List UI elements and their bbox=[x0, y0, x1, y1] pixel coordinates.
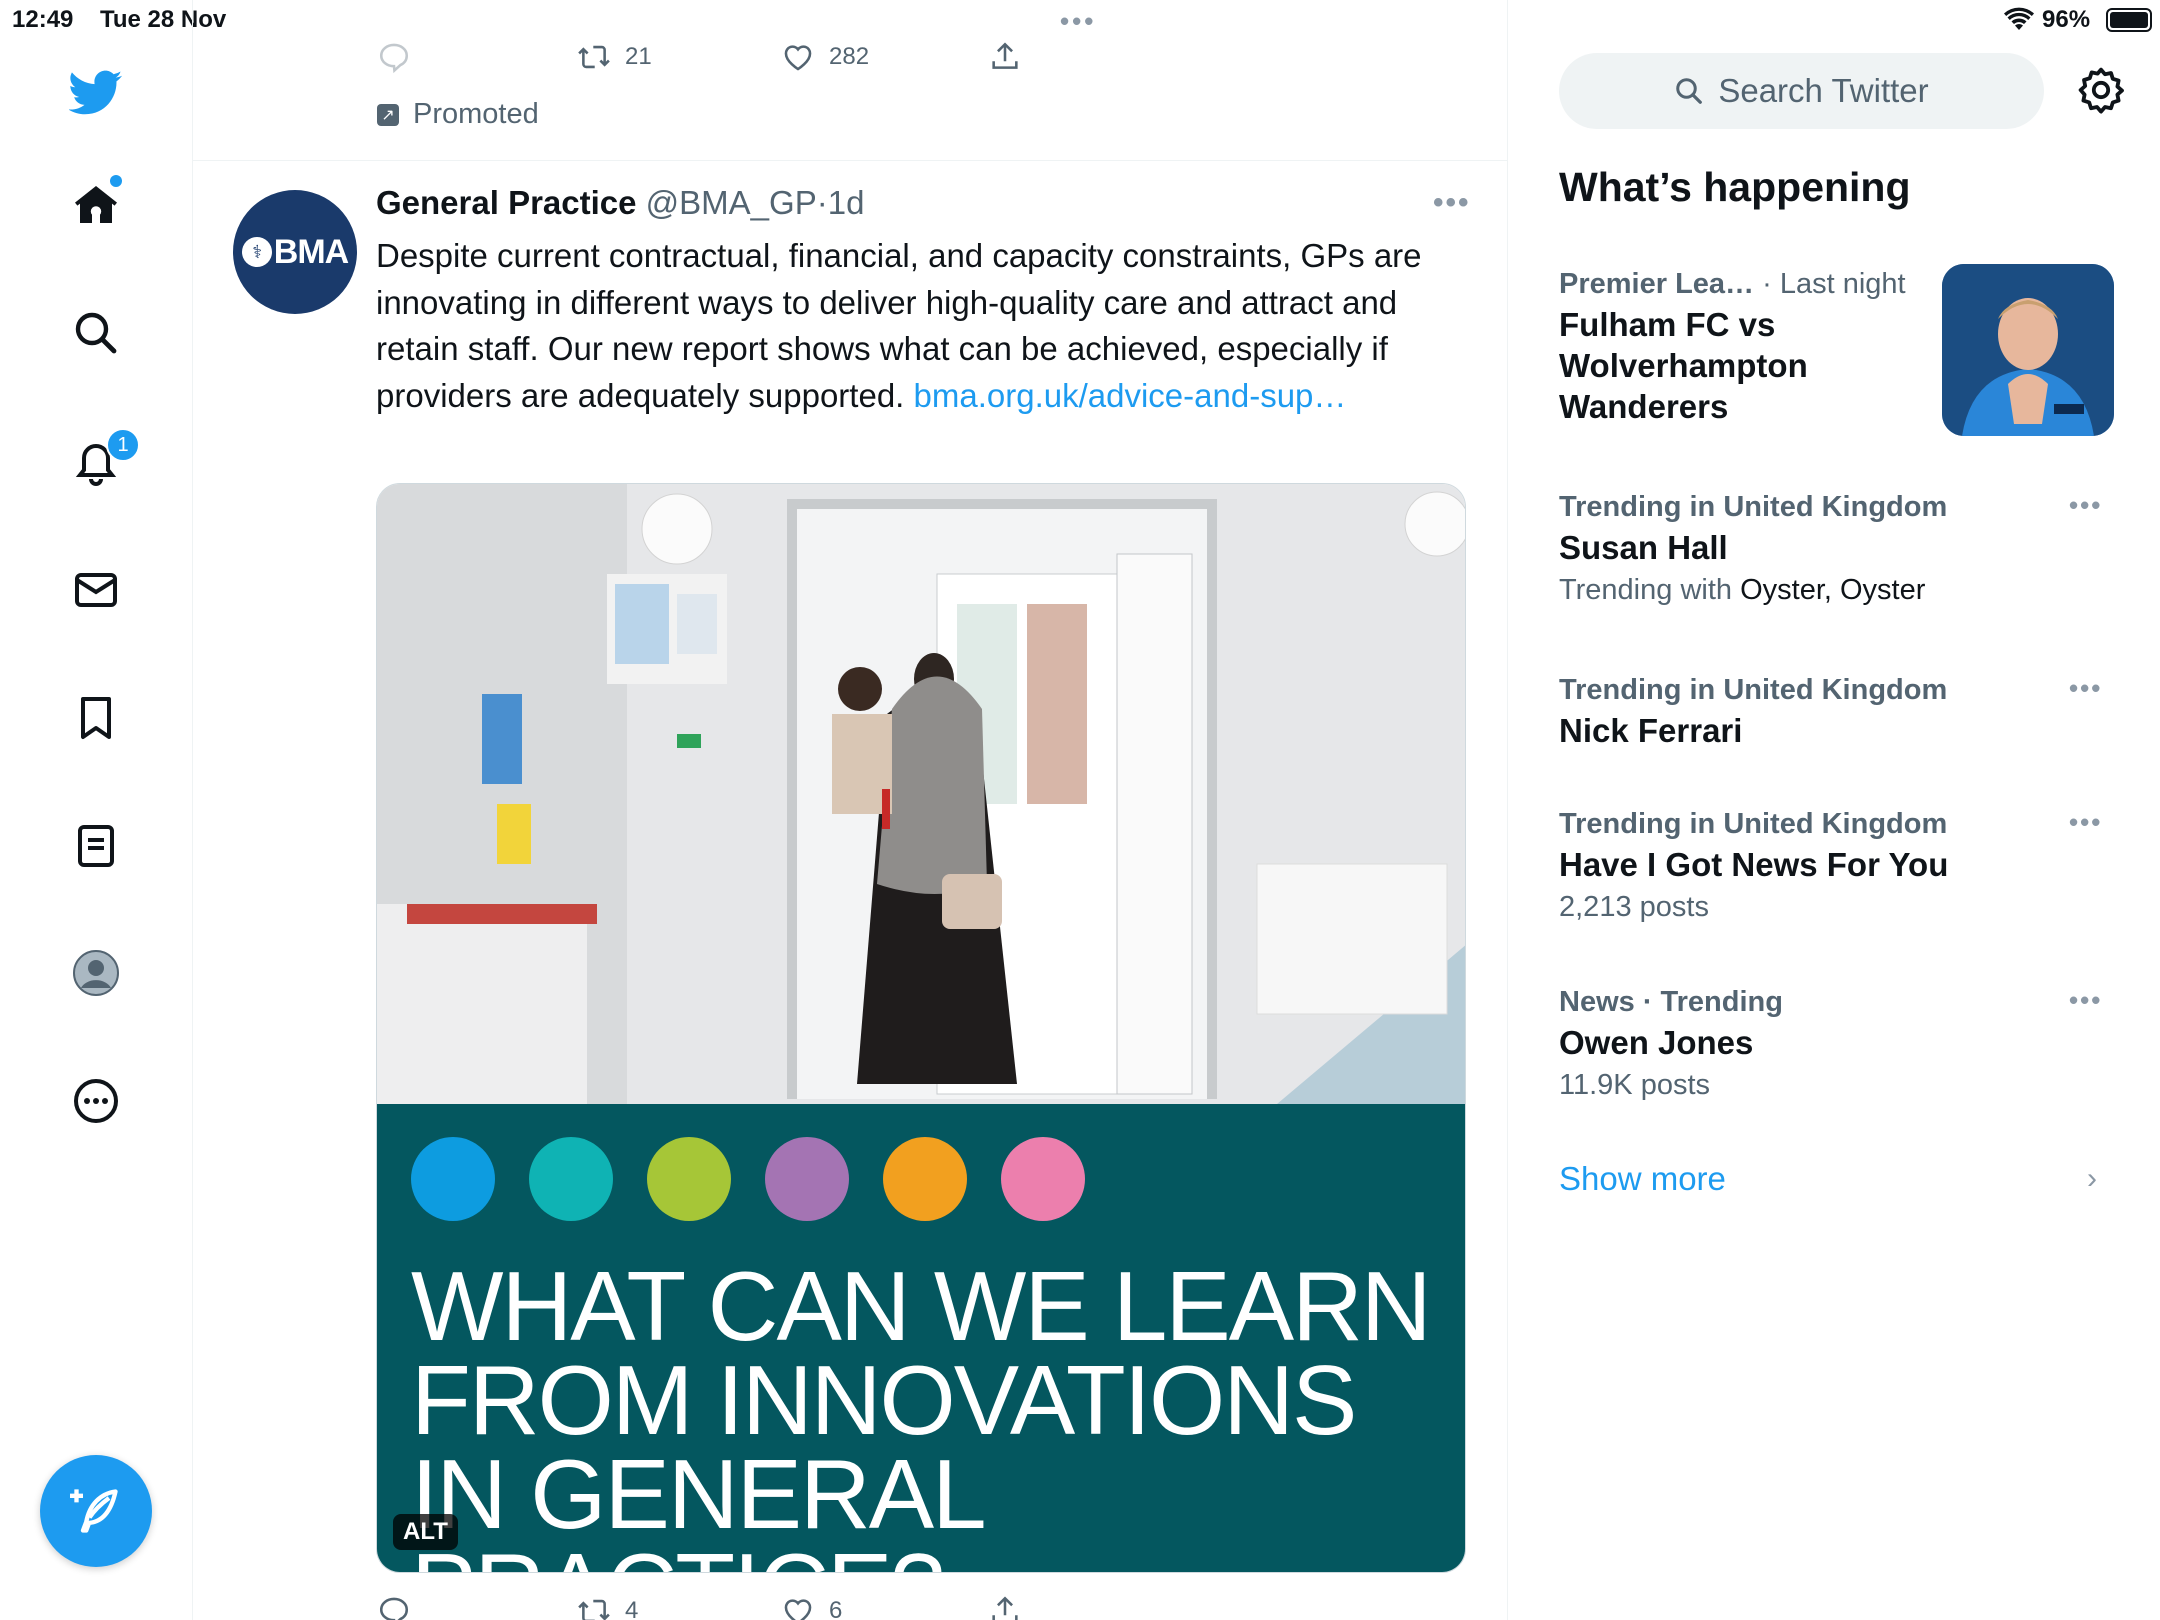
heart-icon bbox=[784, 45, 812, 71]
search-box[interactable]: Search Twitter bbox=[1559, 53, 2044, 129]
tweet-link[interactable]: bma.org.uk/advice-and-sup… bbox=[914, 377, 1347, 414]
report-circle-teal bbox=[529, 1137, 613, 1221]
more-options-icon[interactable] bbox=[66, 1071, 126, 1131]
lists-icon[interactable] bbox=[66, 816, 126, 876]
alt-text-badge[interactable]: ALT bbox=[393, 1514, 458, 1550]
trend-item[interactable]: Trending in United Kingdom Nick Ferrari bbox=[1559, 670, 2119, 751]
trend-category: Trending in United Kingdom bbox=[1559, 491, 1948, 523]
right-sidebar: Search Twitter What’s happening Premier … bbox=[1509, 0, 2160, 1620]
header-separator: · bbox=[816, 184, 828, 221]
tweet-body: Despite current contractual, financial, … bbox=[376, 233, 1476, 419]
report-title: WHAT CAN WE LEARN FROM INNOVATIONS IN GE… bbox=[411, 1251, 1432, 1572]
bookmarks-icon[interactable] bbox=[66, 688, 126, 748]
home-icon[interactable] bbox=[66, 175, 126, 235]
promoted-arrow-icon: ↗ bbox=[377, 103, 399, 126]
retweet-count: 4 bbox=[625, 1597, 639, 1620]
author-name[interactable]: General Practice bbox=[376, 184, 637, 221]
share-button[interactable] bbox=[988, 1594, 1022, 1620]
trend-with-terms: Oyster, Oyster bbox=[1740, 574, 1926, 606]
trend-title: Susan Hall bbox=[1559, 529, 1728, 566]
retweet-icon bbox=[578, 1599, 610, 1620]
bma-avatar[interactable]: ⚕ BMA bbox=[233, 190, 357, 314]
chevron-right-icon: › bbox=[2087, 1162, 2097, 1195]
whats-happening-heading: What’s happening bbox=[1559, 164, 1911, 210]
author-handle[interactable]: @BMA_GP bbox=[646, 184, 817, 221]
profile-avatar-icon[interactable] bbox=[66, 943, 126, 1003]
retweet-count: 21 bbox=[625, 43, 652, 70]
trend-title: Have I Got News For You bbox=[1559, 846, 1949, 883]
trend-post-count: 2,213 posts bbox=[1559, 891, 1709, 923]
report-circle-purple bbox=[765, 1137, 849, 1221]
promoted-label: ↗ Promoted bbox=[377, 98, 539, 131]
trend-category: News · Trending bbox=[1559, 986, 1783, 1018]
search-placeholder: Search Twitter bbox=[1718, 72, 1929, 109]
trend-post-count: 11.9K posts bbox=[1559, 1069, 1711, 1101]
settings-gear-icon[interactable] bbox=[2077, 66, 2127, 116]
trend-item[interactable]: Trending in United Kingdom Susan Hall Tr… bbox=[1559, 487, 2119, 612]
report-circle-blue bbox=[411, 1137, 495, 1221]
trend-category: Trending in United Kingdom bbox=[1559, 808, 1948, 840]
twitter-logo-icon[interactable] bbox=[66, 62, 126, 122]
retweet-icon bbox=[578, 45, 610, 69]
tweet-divider bbox=[193, 160, 1507, 161]
left-navigation: 1 bbox=[0, 0, 193, 1620]
trend-title: Owen Jones bbox=[1559, 1024, 1754, 1061]
share-icon bbox=[992, 1596, 1018, 1620]
report-circle-green bbox=[647, 1137, 731, 1221]
like-count: 6 bbox=[829, 1597, 843, 1620]
clinic-photo-illustration bbox=[377, 484, 1465, 1104]
share-button[interactable] bbox=[988, 40, 1022, 74]
tweet-media[interactable]: WHAT CAN WE LEARN FROM INNOVATIONS IN GE… bbox=[376, 483, 1466, 1573]
timeline: 21 282 ↗ Promoted ⚕ BMA General Practice … bbox=[193, 0, 1508, 1620]
promoted-text: Promoted bbox=[413, 98, 539, 130]
trend-with-prefix: Trending with bbox=[1559, 574, 1741, 606]
tweet-more-icon[interactable]: ••• bbox=[1433, 186, 1471, 220]
trend-item[interactable]: Trending in United Kingdom Have I Got Ne… bbox=[1559, 804, 2119, 929]
heart-icon bbox=[784, 1599, 812, 1620]
reply-button[interactable] bbox=[377, 40, 411, 74]
reply-button[interactable] bbox=[377, 1594, 411, 1620]
trend-title: Fulham FC vs Wolverhampton Wanderers bbox=[1559, 306, 1808, 425]
trend-category: Trending in United Kingdom bbox=[1559, 674, 1948, 706]
share-icon bbox=[992, 42, 1018, 69]
trend-time: · Last night bbox=[1754, 268, 1906, 300]
report-circle-orange bbox=[883, 1137, 967, 1221]
previous-tweet-actions: 21 282 bbox=[193, 40, 1507, 80]
home-unread-dot bbox=[110, 175, 122, 187]
tweet-header: General Practice @BMA_GP·1d bbox=[376, 184, 864, 222]
show-more-link[interactable]: Show more bbox=[1559, 1160, 1726, 1198]
trend-title: Nick Ferrari bbox=[1559, 712, 1743, 749]
trend-item[interactable]: News · Trending Owen Jones 11.9K posts bbox=[1559, 982, 2119, 1107]
trend-more-icon[interactable]: ••• bbox=[2069, 490, 2102, 521]
search-icon bbox=[1676, 78, 1703, 104]
like-count: 282 bbox=[829, 43, 870, 70]
messages-envelope-icon[interactable] bbox=[66, 560, 126, 620]
trend-more-icon[interactable]: ••• bbox=[2069, 985, 2102, 1016]
trend-category: Premier Lea… bbox=[1559, 268, 1755, 300]
compose-tweet-button[interactable] bbox=[40, 1455, 152, 1567]
like-button[interactable]: 282 bbox=[781, 40, 869, 74]
explore-search-icon[interactable] bbox=[66, 303, 126, 363]
media-photo bbox=[377, 484, 1465, 1104]
tweet-actions: 4 6 bbox=[193, 1594, 1507, 1620]
like-button[interactable]: 6 bbox=[781, 1594, 842, 1620]
avatar-text: BMA bbox=[273, 232, 349, 271]
trend-item[interactable]: Premier Lea… · Last night Fulham FC vs W… bbox=[1559, 264, 1959, 427]
report-cover: WHAT CAN WE LEARN FROM INNOVATIONS IN GE… bbox=[377, 1104, 1465, 1572]
notifications-bell-icon[interactable]: 1 bbox=[66, 428, 140, 492]
trend-more-icon[interactable]: ••• bbox=[2069, 673, 2102, 704]
footballer-photo bbox=[1942, 264, 2114, 436]
compose-feather-icon bbox=[70, 1489, 118, 1533]
bma-logo-icon: ⚕ bbox=[241, 237, 272, 267]
notifications-badge: 1 bbox=[106, 428, 140, 462]
trend-more-icon[interactable]: ••• bbox=[2069, 807, 2102, 838]
reply-icon bbox=[379, 1597, 409, 1620]
reply-icon bbox=[379, 43, 409, 74]
report-circle-pink bbox=[1001, 1137, 1085, 1221]
trend-thumbnail[interactable] bbox=[1942, 264, 2114, 436]
tweet-time[interactable]: 1d bbox=[828, 184, 865, 221]
retweet-button[interactable]: 4 bbox=[577, 1594, 638, 1620]
retweet-button[interactable]: 21 bbox=[577, 40, 652, 74]
